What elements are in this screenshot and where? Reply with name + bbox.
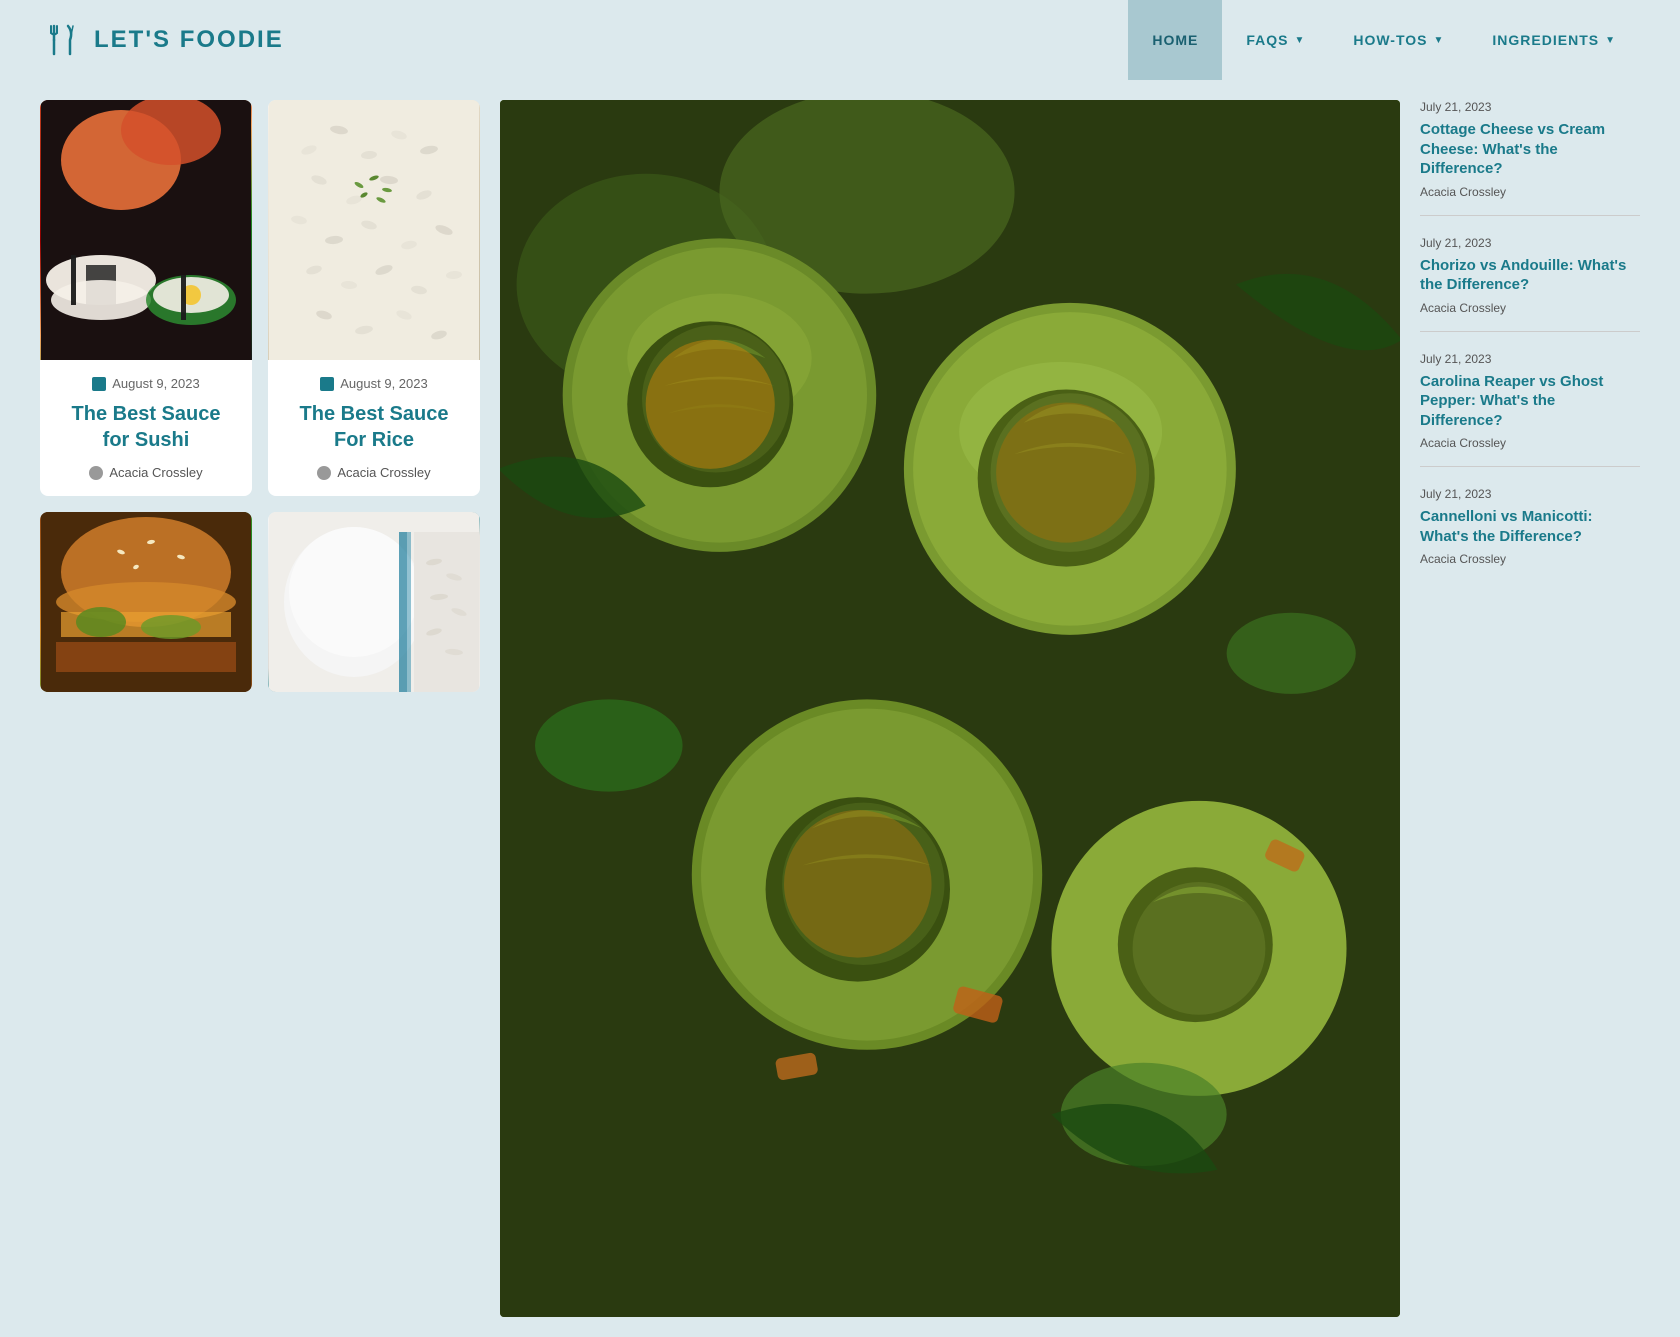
burger-svg xyxy=(40,512,252,692)
main-nav: HOME FAQS ▼ HOW-TOS ▼ INGREDIENTS ▼ xyxy=(1128,0,1640,80)
calendar-icon xyxy=(320,377,334,391)
sidebar-date-3: July 21, 2023 xyxy=(1420,352,1640,366)
card-body-sushi: August 9, 2023 The Best Sauce for Sushi … xyxy=(40,360,252,496)
article-card-burger[interactable] xyxy=(40,512,252,692)
nav-faqs-label: FAQS xyxy=(1246,32,1288,48)
sushi-svg xyxy=(40,100,252,360)
sidebar-item-3: July 21, 2023 Carolina Reaper vs Ghost P… xyxy=(1420,352,1640,468)
card-author-rice: Acacia Crossley xyxy=(284,465,464,480)
brussels-sprouts-image xyxy=(500,100,1400,1317)
card-date-rice: August 9, 2023 xyxy=(284,376,464,391)
logo[interactable]: LET'S FOODIE xyxy=(40,18,284,62)
sidebar-author-2: Acacia Crossley xyxy=(1420,301,1640,315)
sidebar-item-4: July 21, 2023 Cannelloni vs Manicotti: W… xyxy=(1420,487,1640,582)
nav-ingredients-label: INGREDIENTS xyxy=(1492,32,1599,48)
sidebar-title-4[interactable]: Cannelloni vs Manicotti: What's the Diff… xyxy=(1420,507,1640,546)
calendar-icon xyxy=(92,377,106,391)
sidebar-author-1: Acacia Crossley xyxy=(1420,185,1640,199)
sidebar-title-3[interactable]: Carolina Reaper vs Ghost Pepper: What's … xyxy=(1420,372,1640,431)
sidebar-item-1: July 21, 2023 Cottage Cheese vs Cream Ch… xyxy=(1420,100,1640,216)
article-card-sushi[interactable]: August 9, 2023 The Best Sauce for Sushi … xyxy=(40,100,252,496)
sidebar-title-1[interactable]: Cottage Cheese vs Cream Cheese: What's t… xyxy=(1420,120,1640,179)
logo-icon xyxy=(40,18,84,62)
author-icon xyxy=(317,466,331,480)
sidebar-author-4: Acacia Crossley xyxy=(1420,552,1640,566)
chevron-down-icon: ▼ xyxy=(1434,35,1445,46)
sidebar-item-2: July 21, 2023 Chorizo vs Andouille: What… xyxy=(1420,236,1640,332)
article-title-rice[interactable]: The Best Sauce For Rice xyxy=(284,401,464,453)
sidebar: July 21, 2023 Cottage Cheese vs Cream Ch… xyxy=(1420,100,1640,1317)
sidebar-date-2: July 21, 2023 xyxy=(1420,236,1640,250)
brussels-svg xyxy=(500,100,1400,1317)
sidebar-author-3: Acacia Crossley xyxy=(1420,436,1640,450)
card-date-sushi: August 9, 2023 xyxy=(56,376,236,391)
rice2-svg xyxy=(268,512,480,692)
bottom-article-row xyxy=(40,512,480,692)
sushi-image xyxy=(40,100,252,360)
header: LET'S FOODIE HOME FAQS ▼ HOW-TOS ▼ INGRE… xyxy=(0,0,1680,80)
nav-home[interactable]: HOME xyxy=(1128,0,1222,80)
card-body-rice: August 9, 2023 The Best Sauce For Rice A… xyxy=(268,360,480,496)
author-icon xyxy=(89,466,103,480)
logo-text: LET'S FOODIE xyxy=(94,26,284,54)
rice-image xyxy=(268,100,480,360)
article-list: August 9, 2023 The Best Sauce for Sushi … xyxy=(40,100,480,1317)
nav-ingredients[interactable]: INGREDIENTS ▼ xyxy=(1468,0,1640,80)
featured-image[interactable] xyxy=(500,100,1400,1317)
sidebar-date-1: July 21, 2023 xyxy=(1420,100,1640,114)
chevron-down-icon: ▼ xyxy=(1605,35,1616,46)
card-author-sushi: Acacia Crossley xyxy=(56,465,236,480)
article-card-rice2[interactable] xyxy=(268,512,480,692)
sidebar-title-2[interactable]: Chorizo vs Andouille: What's the Differe… xyxy=(1420,256,1640,295)
chevron-down-icon: ▼ xyxy=(1294,35,1305,46)
article-card-rice[interactable]: August 9, 2023 The Best Sauce For Rice A… xyxy=(268,100,480,496)
nav-howtos[interactable]: HOW-TOS ▼ xyxy=(1329,0,1468,80)
main-container: August 9, 2023 The Best Sauce for Sushi … xyxy=(0,80,1680,1337)
top-article-row: August 9, 2023 The Best Sauce for Sushi … xyxy=(40,100,480,496)
rice-svg xyxy=(268,100,480,360)
sidebar-date-4: July 21, 2023 xyxy=(1420,487,1640,501)
nav-howtos-label: HOW-TOS xyxy=(1353,32,1427,48)
nav-home-label: HOME xyxy=(1152,32,1198,48)
article-title-sushi[interactable]: The Best Sauce for Sushi xyxy=(56,401,236,453)
nav-faqs[interactable]: FAQS ▼ xyxy=(1222,0,1329,80)
